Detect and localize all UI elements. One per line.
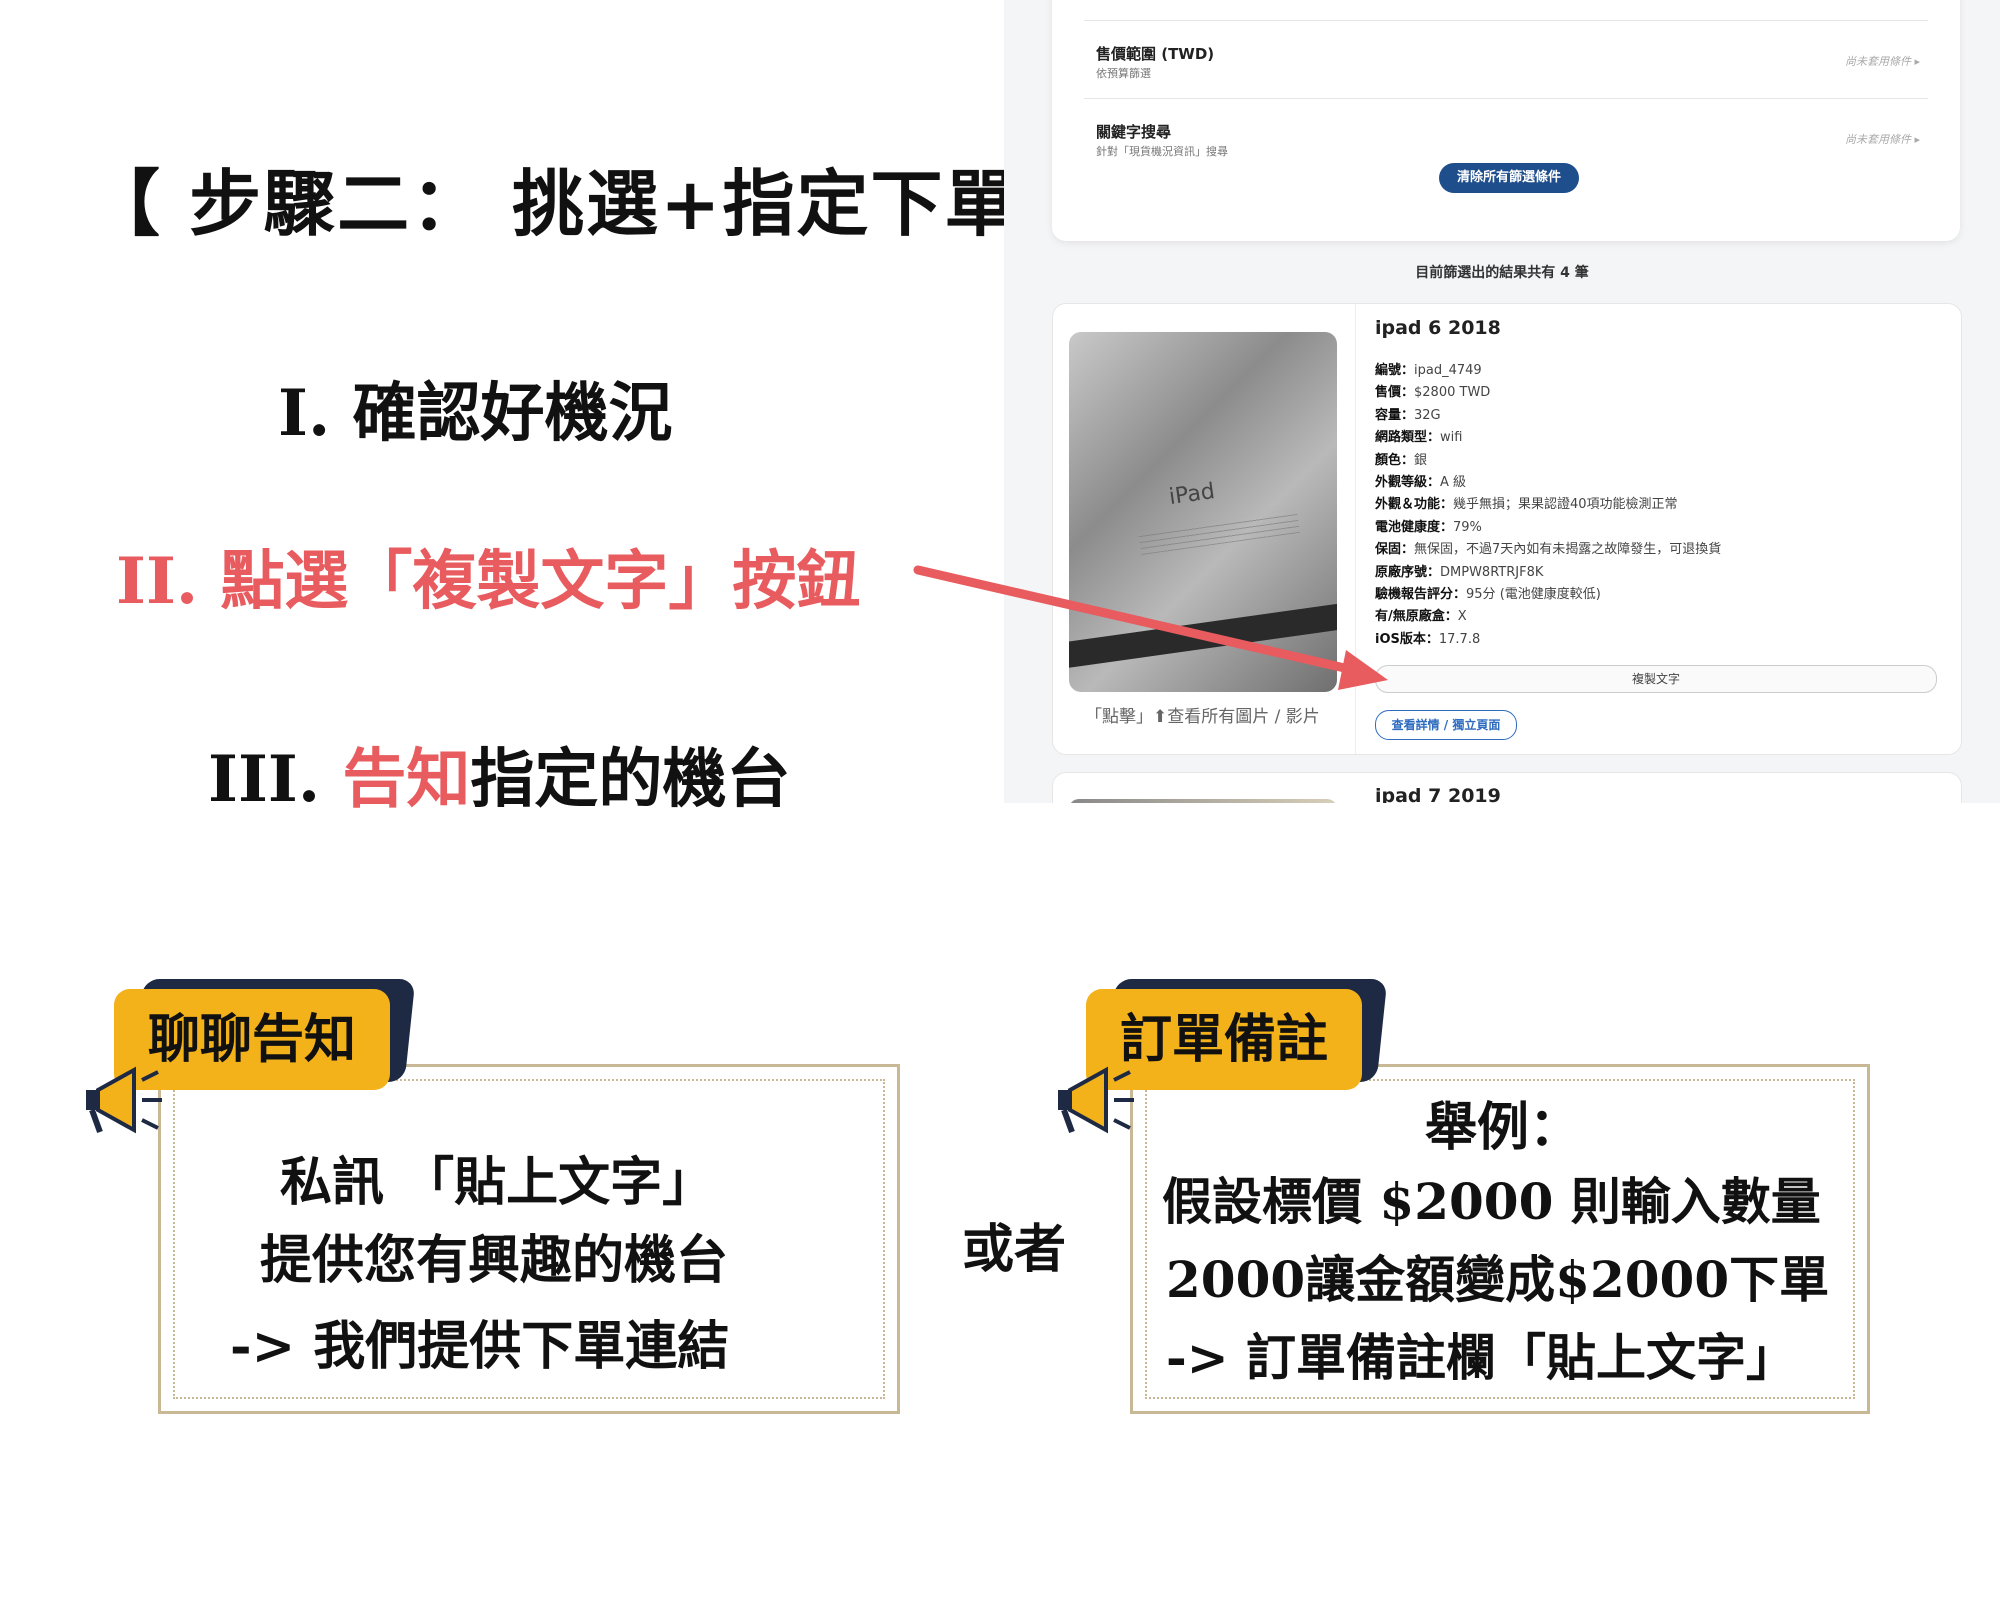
box2-line-2: 假設標價 $2000 則輸入數量	[1162, 1172, 1821, 1231]
megaphone-icon	[86, 1066, 162, 1134]
megaphone-icon	[1058, 1066, 1134, 1134]
or-text: 或者	[962, 1219, 1067, 1280]
box1-line-3: -> 我們提供下單連結	[230, 1316, 730, 1377]
box2-line-3: 2000讓金額變成$2000下單	[1166, 1250, 1830, 1309]
box1-line-2: 提供您有興趣的機台	[260, 1230, 729, 1291]
box2-line-1: 舉例：	[1425, 1097, 1582, 1158]
box1-line-1: 私訊 「貼上文字」	[280, 1152, 715, 1213]
box2-line-4: -> 訂單備註欄「貼上文字」	[1166, 1328, 1797, 1387]
